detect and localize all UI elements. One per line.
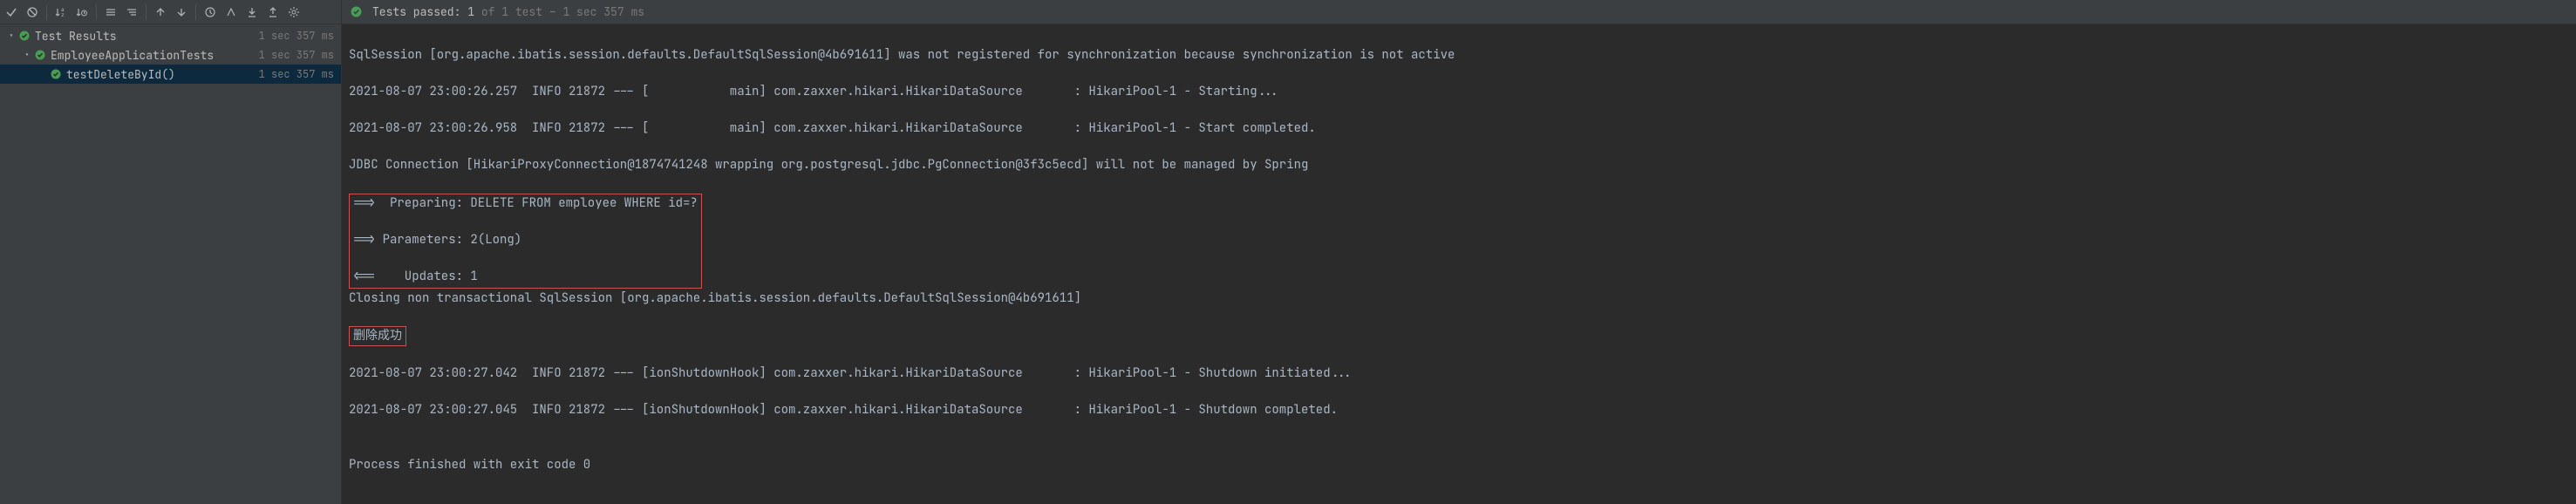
- sort-alpha-icon[interactable]: az: [51, 3, 71, 22]
- tree-method-time: 1 sec 357 ms: [259, 67, 334, 81]
- chevron-down-icon: ▾: [5, 31, 17, 41]
- test-pass-icon: [19, 31, 30, 41]
- result-highlight-box: 删除成功: [349, 326, 406, 346]
- log-line: 2021-08-07 23:00:26.958 INFO 21872 --- […: [349, 119, 2569, 138]
- tree-root-label: Test Results: [35, 29, 259, 44]
- status-of: of 1 test: [474, 4, 542, 19]
- separator: [96, 4, 97, 20]
- log-line: <== Updates: 1: [353, 268, 698, 286]
- show-passed-icon[interactable]: [2, 3, 21, 22]
- console-panel: Tests passed: 1 of 1 test – 1 sec 357 ms…: [342, 0, 2576, 504]
- test-pass-icon: [351, 6, 362, 17]
- sql-highlight-box: ==> Preparing: DELETE FROM employee WHER…: [349, 194, 702, 289]
- test-pass-icon: [35, 50, 45, 60]
- collapse-all-icon[interactable]: [122, 3, 141, 22]
- log-line: ==> Parameters: 2(Long): [353, 231, 698, 249]
- log-line: 删除成功: [349, 326, 2569, 346]
- test-toolbar: az: [0, 0, 341, 24]
- status-duration: 1 sec 357 ms: [562, 4, 644, 19]
- log-line: 2021-08-07 23:00:27.045 INFO 21872 --- […: [349, 401, 2569, 419]
- export-test-icon[interactable]: [263, 3, 283, 22]
- status-bar: Tests passed: 1 of 1 test – 1 sec 357 ms: [342, 0, 2576, 24]
- log-line: Process finished with exit code 0: [349, 456, 2569, 474]
- separator: [146, 4, 147, 20]
- separator: [195, 4, 196, 20]
- test-tree-panel: az ▾ Test Results 1 sec 357 ms ▾: [0, 0, 342, 504]
- tree-class-time: 1 sec 357 ms: [259, 48, 334, 62]
- log-line: JDBC Connection [HikariProxyConnection@1…: [349, 156, 2569, 174]
- history-icon[interactable]: [201, 3, 220, 22]
- status-text: Tests passed: 1 of 1 test – 1 sec 357 ms: [372, 4, 644, 19]
- log-line: 2021-08-07 23:00:26.257 INFO 21872 --- […: [349, 83, 2569, 101]
- separator: [46, 4, 47, 20]
- status-prefix: Tests passed:: [372, 4, 467, 19]
- prev-test-icon[interactable]: [151, 3, 170, 22]
- expand-all-icon[interactable]: [101, 3, 120, 22]
- test-pass-icon: [51, 69, 61, 79]
- next-test-icon[interactable]: [172, 3, 191, 22]
- status-dash: –: [542, 4, 562, 19]
- tree-class-label: EmployeeApplicationTests: [51, 48, 259, 63]
- log-line: Closing non transactional SqlSession [or…: [349, 289, 2569, 308]
- chevron-down-icon: ▾: [21, 50, 33, 60]
- tree-class[interactable]: ▾ EmployeeApplicationTests 1 sec 357 ms: [0, 45, 341, 65]
- log-line: 2021-08-07 23:00:27.042 INFO 21872 --- […: [349, 364, 2569, 383]
- log-line: SqlSession [org.apache.ibatis.session.de…: [349, 46, 2569, 65]
- sort-duration-icon[interactable]: [72, 3, 92, 22]
- settings-icon[interactable]: [284, 3, 303, 22]
- console-output[interactable]: SqlSession [org.apache.ibatis.session.de…: [342, 24, 2576, 504]
- test-tree: ▾ Test Results 1 sec 357 ms ▾ EmployeeAp…: [0, 24, 341, 504]
- show-ignored-icon[interactable]: [23, 3, 42, 22]
- tree-root[interactable]: ▾ Test Results 1 sec 357 ms: [0, 26, 341, 45]
- import-test-icon[interactable]: [242, 3, 262, 22]
- status-count: 1: [467, 4, 474, 19]
- log-line: ==> Preparing: DELETE FROM employee WHER…: [353, 194, 698, 213]
- tree-method-label: testDeleteById(): [66, 67, 259, 82]
- select-first-failed-icon[interactable]: [221, 3, 241, 22]
- svg-text:z: z: [61, 11, 65, 18]
- tree-root-time: 1 sec 357 ms: [259, 29, 334, 43]
- tree-method[interactable]: testDeleteById() 1 sec 357 ms: [0, 65, 341, 84]
